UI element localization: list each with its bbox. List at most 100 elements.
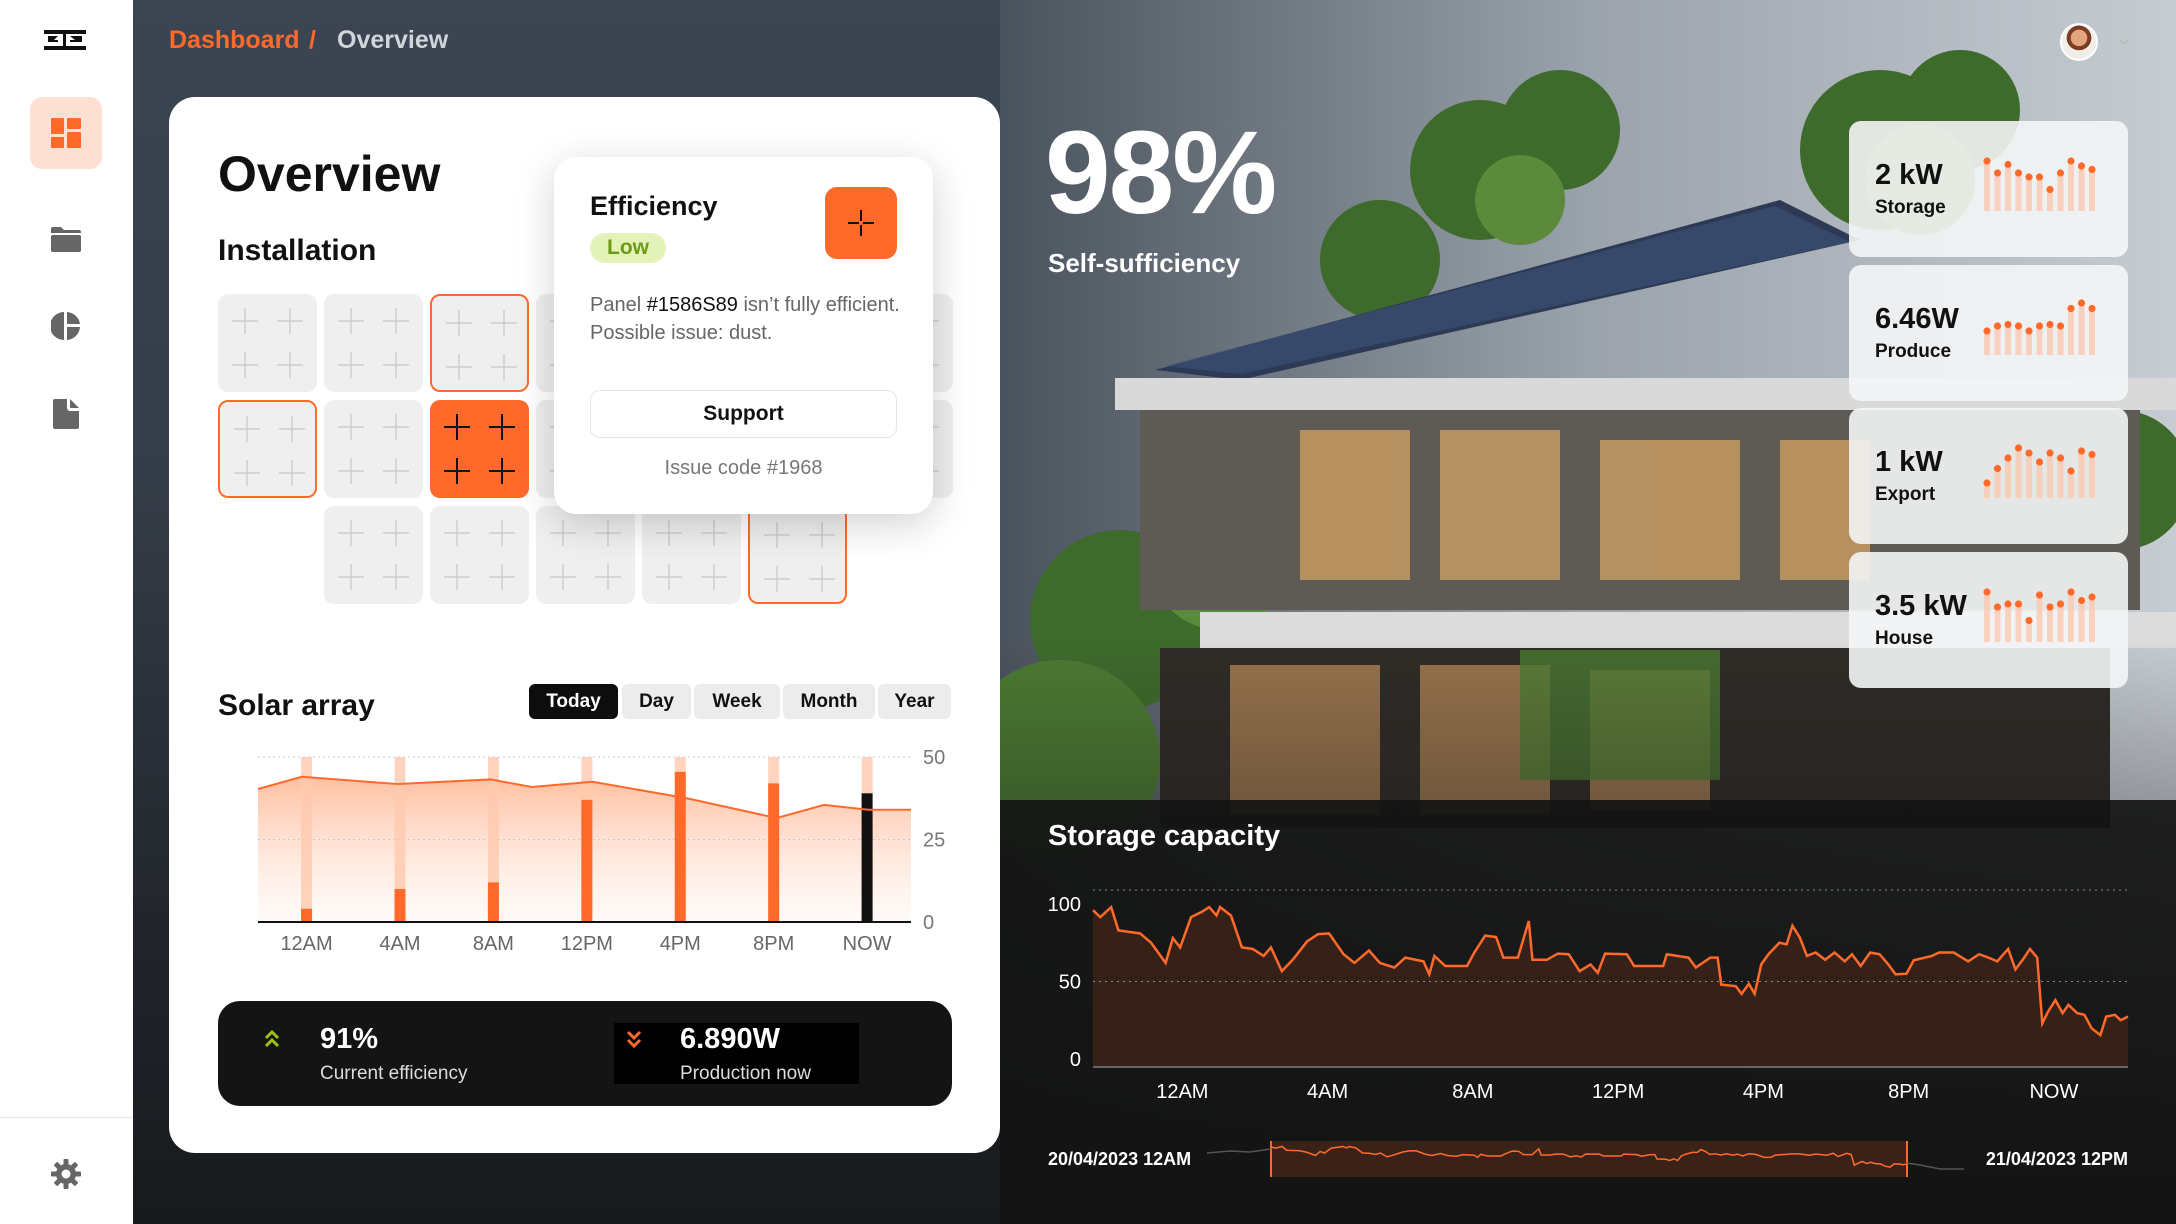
spark-dot (2088, 304, 2096, 313)
user-avatar[interactable] (2060, 23, 2098, 61)
metric-card-export[interactable]: 1 kW Export (1849, 408, 2128, 544)
metric-label: Storage (1875, 197, 1946, 218)
spark-bar (2047, 324, 2053, 355)
solar-panel-tile[interactable] (748, 506, 847, 604)
sparkle-icon (383, 458, 409, 484)
chevron-down-icon[interactable] (2118, 38, 2130, 46)
sparkle-icon (279, 416, 305, 442)
spark-bar (2047, 453, 2053, 498)
solar-panel-tile[interactable] (430, 506, 529, 604)
settings-gear-icon[interactable] (51, 1159, 81, 1189)
sparkle-icon (848, 210, 874, 236)
solar-panel-tile[interactable] (430, 294, 529, 392)
spark-dot (2025, 616, 2033, 625)
spark-bar (2068, 471, 2074, 498)
sparkle-icon (338, 308, 409, 378)
spark-bar (2057, 458, 2064, 498)
sparkle-icon (491, 354, 517, 380)
document-icon (53, 399, 79, 429)
double-chevron-up-icon (264, 1029, 280, 1048)
sidebar-item-folder[interactable] (30, 203, 102, 275)
sparkle-icon (701, 564, 727, 590)
spark-dot (2025, 173, 2033, 181)
navigator-line-after (1906, 1162, 1964, 1170)
metric-card-house[interactable]: 3.5 kW House (1849, 552, 2128, 688)
spark-dot (2025, 449, 2033, 457)
sparkline (1983, 157, 2096, 211)
sparkle-icon (444, 458, 470, 484)
solar-panel-tile[interactable] (218, 294, 317, 392)
solar-panel-tile[interactable] (324, 294, 423, 392)
range-navigator[interactable] (1200, 1135, 1970, 1185)
solar-panel-tile[interactable] (430, 400, 529, 498)
sidebar-item-documents[interactable] (30, 378, 102, 450)
x-tick-label: 8PM (1888, 1081, 1929, 1103)
tab-month[interactable]: Month (783, 684, 875, 719)
production-box: 6.890W Production now (614, 1023, 859, 1084)
self-sufficiency-value: 98% (1045, 107, 1277, 239)
sparkle-icon (232, 352, 258, 378)
x-tick-label: 8AM (1452, 1081, 1493, 1103)
sparkle-icon (338, 414, 364, 440)
metric-value: 6.46W (1875, 303, 1959, 335)
breadcrumb-current: Overview (337, 26, 449, 54)
sparkle-icon (550, 520, 576, 546)
x-tick-label: 8PM (753, 933, 794, 955)
installation-title: Installation (218, 234, 377, 267)
sparkle-icon (550, 564, 576, 590)
spark-dot (1983, 327, 1991, 335)
spark-bar (1994, 607, 2001, 642)
tab-week[interactable]: Week (694, 684, 780, 719)
breadcrumb-dashboard[interactable]: Dashboard (169, 26, 300, 55)
spark-bar (2089, 454, 2095, 498)
tab-day[interactable]: Day (622, 684, 691, 719)
metric-label: Produce (1875, 341, 1952, 362)
popup-message: Panel #1586S89 isn’t fully efficient. Po… (590, 291, 900, 347)
y-tick-label: 50 (1059, 972, 1081, 994)
metric-label: Export (1875, 484, 1936, 505)
sparkle-icon (338, 352, 364, 378)
spark-dot (2056, 169, 2065, 177)
spark-dot (2004, 454, 2012, 462)
popup-title: Efficiency (590, 191, 718, 221)
tab-year[interactable]: Year (878, 684, 951, 719)
sparkle-icon (277, 308, 303, 334)
spark-dot (2056, 454, 2065, 462)
sparkline (1983, 588, 2096, 642)
spark-bar (2068, 161, 2074, 211)
sparkle-icon (489, 414, 515, 440)
metric-card-produce[interactable]: 6.46W Produce (1849, 265, 2128, 401)
sidebar-item-dashboard[interactable] (30, 97, 102, 169)
spark-bar (1994, 173, 2001, 211)
solar-panel-tile[interactable] (536, 506, 635, 604)
panel-button[interactable] (825, 187, 897, 259)
solar-panel-tile[interactable] (324, 506, 423, 604)
x-tick-label: 4AM (379, 933, 420, 955)
spark-bar (2026, 177, 2032, 211)
sidebar-item-analytics[interactable] (30, 290, 102, 362)
solar-panel-tile[interactable] (642, 506, 741, 604)
double-chevron-down-icon (626, 1030, 642, 1049)
spark-dot (2088, 450, 2096, 459)
support-button[interactable]: Support (590, 390, 897, 438)
sparkle-icon (338, 458, 364, 484)
x-tick-label: NOW (2029, 1081, 2078, 1103)
spark-dot (2046, 449, 2054, 457)
sidebar-divider (0, 1117, 133, 1118)
tab-today[interactable]: Today (529, 684, 618, 719)
spark-dot (2046, 320, 2054, 329)
bar-background (301, 757, 313, 922)
spark-dot (2046, 185, 2054, 194)
spark-dot (2056, 600, 2065, 608)
sparkle-icon (550, 520, 621, 590)
solar-array-chart: 0 25 50 12AM 4AM 8AM 12PM 4PM 8PM NOW (257, 747, 945, 955)
metric-card-storage[interactable]: 2 kW Storage (1849, 121, 2128, 257)
solar-panel-tile[interactable] (218, 400, 317, 498)
spark-dot (2014, 169, 2023, 177)
solar-panel-tile[interactable] (324, 400, 423, 498)
spark-bar (2015, 326, 2022, 355)
spark-bar (2015, 604, 2022, 642)
sparkle-icon (232, 308, 258, 334)
sparkle-icon (234, 416, 305, 486)
spark-dot (1983, 588, 1991, 596)
